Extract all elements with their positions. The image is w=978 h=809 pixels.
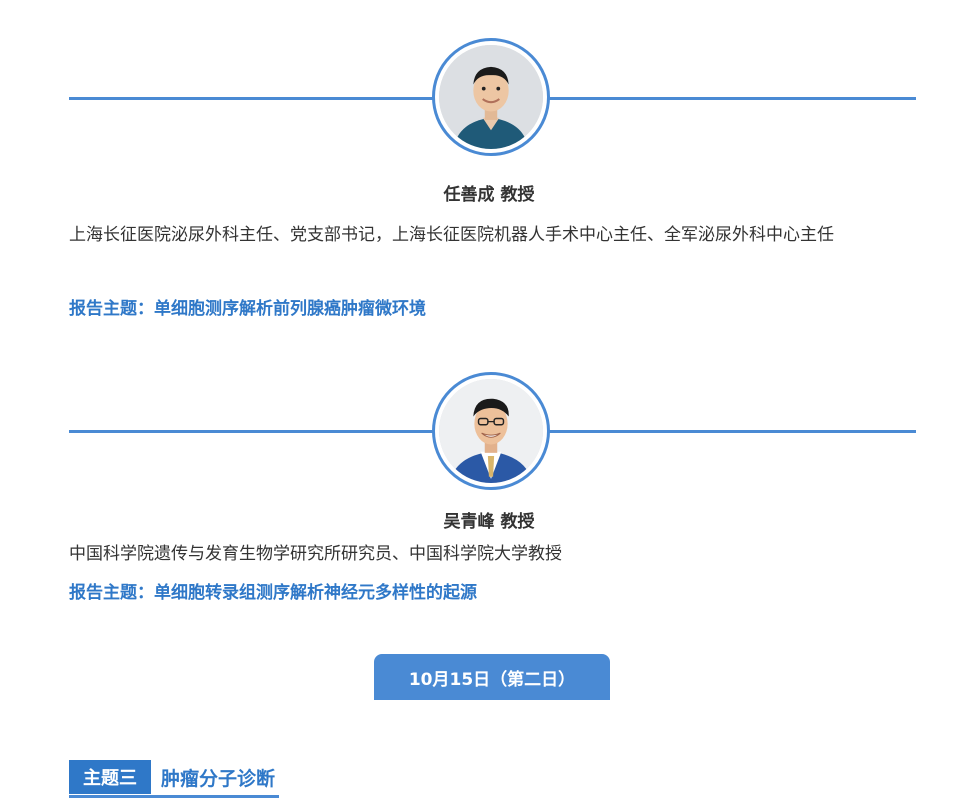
speaker-name: 任善成 教授 [443,185,535,205]
speaker-topic: 报告主题：单细胞转录组测序解析神经元多样性的起源 [69,583,477,603]
avatar-frame [432,38,550,156]
portrait-icon [439,379,543,483]
speaker-name: 吴青峰 教授 [443,512,535,532]
theme-badge: 主题三 [69,760,151,794]
day-tab: 10月15日（第二日） [374,654,610,700]
speaker-photo [439,379,543,483]
avatar-frame [432,372,550,490]
page: 任善成 教授 上海长征医院泌尿外科主任、党支部书记，上海长征医院机器人手术中心主… [0,0,978,809]
speaker-description: 中国科学院遗传与发育生物学研究所研究员、中国科学院大学教授 [69,544,562,564]
speaker-topic: 报告主题：单细胞测序解析前列腺癌肿瘤微环境 [69,299,426,319]
portrait-icon [439,45,543,149]
theme-header: 主题三 肿瘤分子诊断 [69,759,280,798]
theme-title: 肿瘤分子诊断 [161,767,276,790]
speaker-photo [439,45,543,149]
speaker-description: 上海长征医院泌尿外科主任、党支部书记，上海长征医院机器人手术中心主任、全军泌尿外… [69,225,834,245]
